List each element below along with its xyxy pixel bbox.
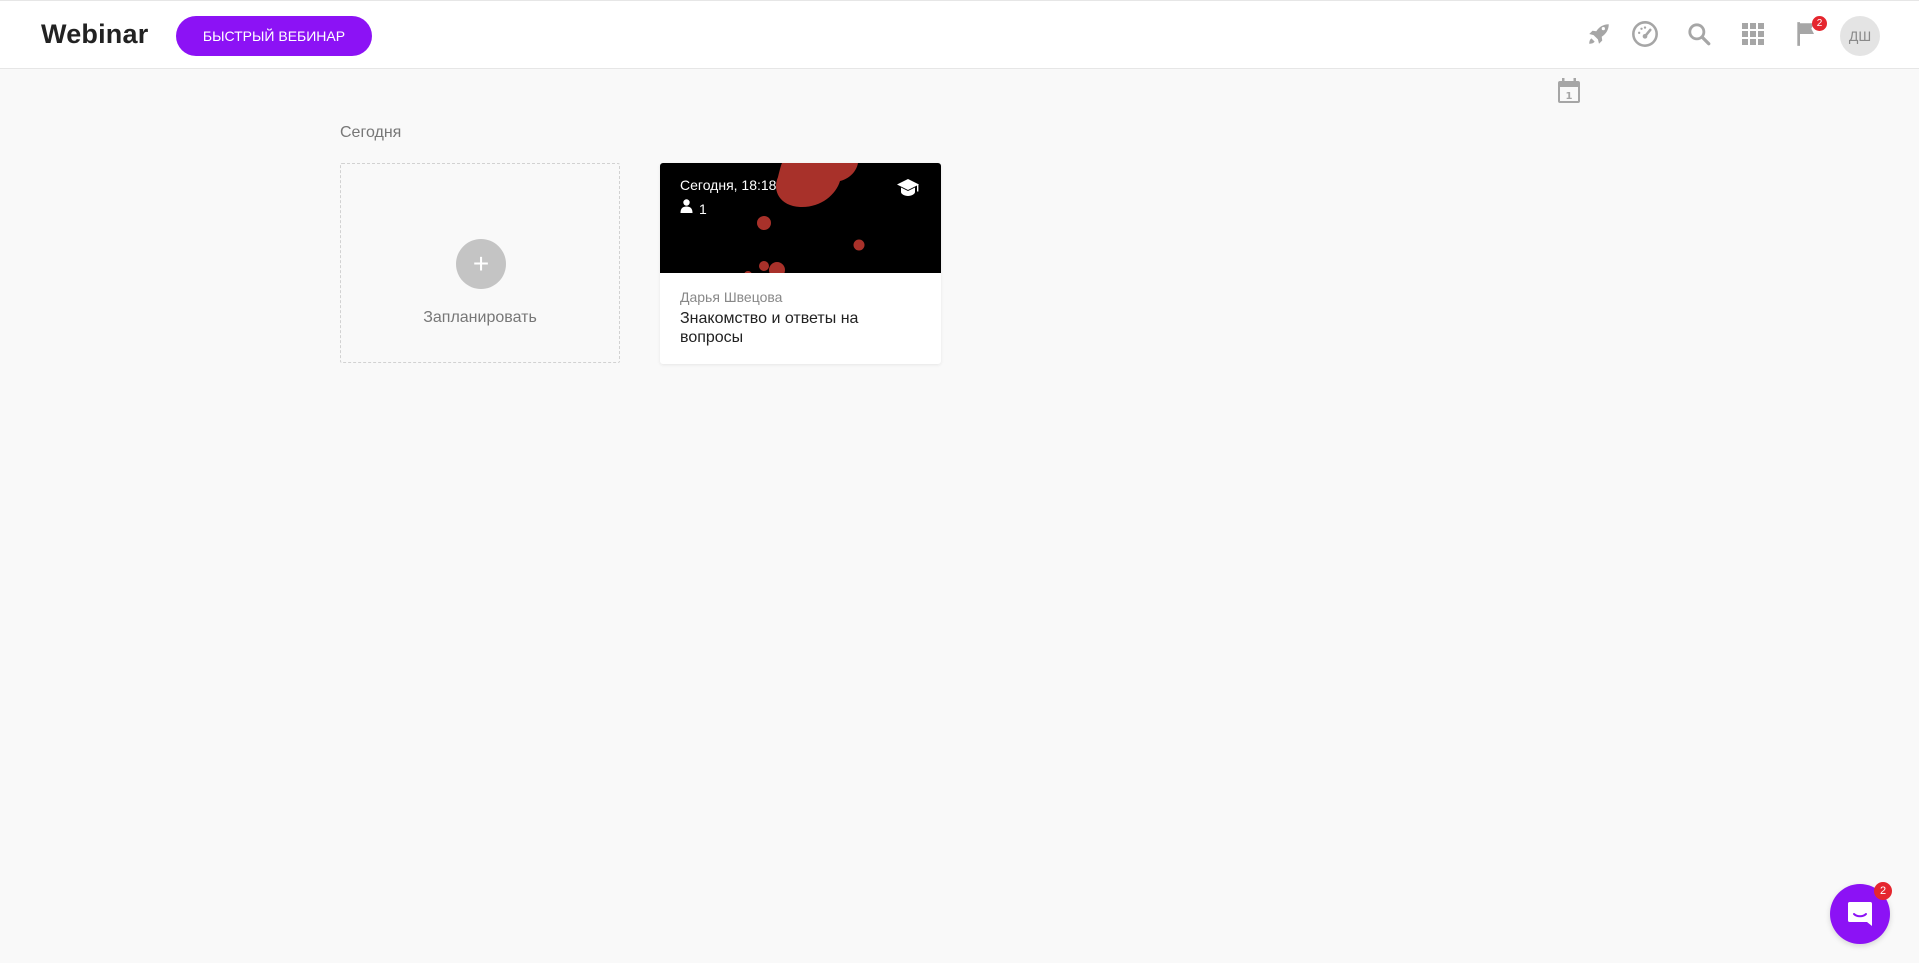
schedule-webinar-card[interactable]: + Запланировать — [340, 163, 620, 363]
calendar-icon[interactable]: 1 — [1557, 77, 1581, 105]
chat-launcher-button[interactable]: 2 — [1830, 882, 1892, 944]
event-author: Дарья Швецова — [680, 289, 783, 305]
chat-unread-badge: 2 — [1874, 882, 1892, 900]
graduation-cap-icon — [896, 178, 920, 198]
notifications-flag-icon[interactable]: 2 — [1792, 16, 1827, 49]
rocket-icon[interactable] — [1584, 19, 1614, 49]
user-avatar[interactable]: ДШ — [1840, 16, 1880, 56]
svg-text:1: 1 — [1566, 91, 1573, 102]
apps-grid-icon[interactable] — [1738, 19, 1768, 49]
participants-count: 1 — [699, 200, 707, 217]
dashboard-gauge-icon[interactable] — [1630, 19, 1660, 49]
app-logo[interactable]: Webinar — [41, 19, 148, 50]
notifications-badge: 2 — [1812, 16, 1827, 31]
search-icon[interactable] — [1684, 19, 1714, 49]
person-icon — [680, 199, 693, 218]
event-title[interactable]: Знакомство и ответы на вопросы — [680, 309, 925, 347]
quick-webinar-button[interactable]: БЫСТРЫЙ ВЕБИНАР — [176, 16, 372, 56]
event-time: Сегодня, 18:18 — [680, 177, 777, 193]
event-participants: 1 — [680, 199, 707, 218]
chat-icon — [1848, 902, 1872, 926]
schedule-label: Запланировать — [423, 309, 537, 326]
top-bar: Webinar БЫСТРЫЙ ВЕБИНАР 2 ДШ — [0, 0, 1919, 69]
plus-icon: + — [456, 239, 506, 289]
event-cover-image: Сегодня, 18:18 1 — [660, 163, 941, 273]
event-card[interactable]: Сегодня, 18:18 1 Дарья Швецова Знакомств… — [660, 163, 941, 364]
section-title-today: Сегодня — [340, 124, 402, 141]
